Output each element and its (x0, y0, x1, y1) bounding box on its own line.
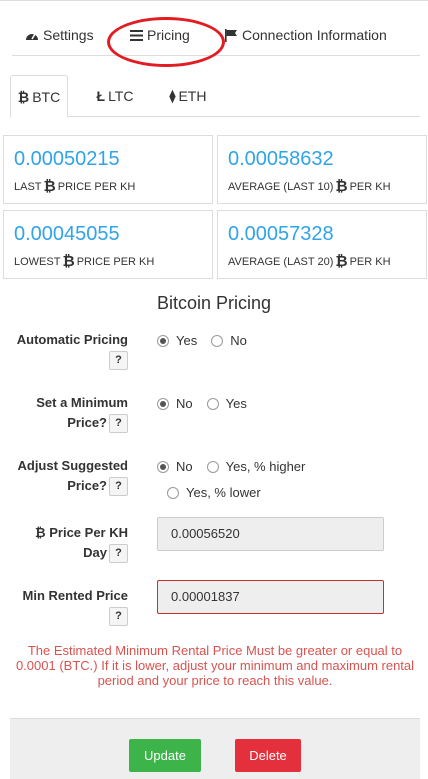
price-per-kh-day-input[interactable]: 0.00056520 (157, 517, 384, 551)
radio-unchecked[interactable] (206, 397, 219, 410)
radio-minimum-no[interactable]: No (157, 396, 193, 411)
currency-tab-bar: ₿ BTC Ł LTC ⧫ ETH (10, 75, 420, 118)
min-rented-price-label: Min Rented Price ? (23, 586, 128, 627)
dashboard-icon (25, 28, 39, 42)
stat-average-last-20: 0.00057328 AVERAGE (LAST 20) ₿ PER KH (217, 210, 427, 279)
stat-label: LAST ₿ PRICE PER KH (14, 178, 136, 195)
bitcoin-icon: ₿ (35, 525, 46, 540)
tab-settings-label: Settings (43, 27, 94, 43)
list-icon (129, 28, 143, 42)
radio-automatic-yes[interactable]: Yes (157, 333, 197, 348)
tab-eth[interactable]: ⧫ ETH (160, 75, 216, 117)
radio-automatic-no[interactable]: No (211, 333, 247, 348)
bitcoin-icon: ₿ (62, 253, 75, 270)
top-border (0, 0, 428, 6)
litecoin-icon: Ł (96, 88, 106, 104)
section-title: Bitcoin Pricing (156, 293, 272, 313)
stat-label: LOWEST ₿ PRICE PER KH (14, 253, 155, 270)
minimum-price-label: Set a Minimum Price?? (36, 393, 128, 434)
help-button[interactable]: ? (109, 607, 128, 627)
adjust-suggested-price-label: Adjust Suggested Price?? (17, 456, 128, 497)
tab-pricing-label: Pricing (147, 27, 190, 43)
bitcoin-icon: ₿ (17, 88, 30, 105)
stat-value: 0.00058632 (228, 148, 334, 170)
main-tab-bar: Settings Pricing Connection Information (12, 14, 420, 67)
radio-unchecked[interactable] (206, 460, 219, 473)
error-message: The Estimated Minimum Rental Price Must … (15, 643, 415, 688)
tab-connection-label: Connection Information (242, 27, 387, 43)
stat-label: AVERAGE (LAST 10) ₿ PER KH (228, 178, 391, 195)
stat-lowest-price: 0.00045055 LOWEST ₿ PRICE PER KH (3, 210, 213, 279)
help-button[interactable]: ? (109, 544, 128, 564)
update-button[interactable]: Update (129, 739, 201, 772)
help-button[interactable]: ? (109, 414, 128, 434)
radio-adjust-higher[interactable]: Yes, % higher (206, 459, 305, 474)
tab-settings[interactable]: Settings (25, 14, 94, 56)
stat-label: AVERAGE (LAST 20) ₿ PER KH (228, 253, 391, 270)
tab-eth-label: ETH (178, 88, 207, 104)
stat-average-last-10: 0.00058632 AVERAGE (LAST 10) ₿ PER KH (217, 135, 427, 204)
adjust-price-radio-group-row2: Yes, % lower (167, 485, 275, 500)
ethereum-icon: ⧫ (169, 89, 176, 103)
tab-btc-label: BTC (32, 88, 61, 105)
radio-adjust-lower[interactable]: Yes, % lower (167, 485, 261, 500)
radio-checked[interactable] (157, 397, 169, 410)
tab-pricing[interactable]: Pricing (129, 14, 190, 56)
tab-ltc-label: LTC (108, 88, 134, 104)
stat-value: 0.00057328 (228, 223, 334, 245)
radio-adjust-no[interactable]: No (157, 459, 193, 474)
tab-btc[interactable]: ₿ BTC (10, 75, 68, 118)
tab-ltc[interactable]: Ł LTC (90, 75, 140, 117)
minimum-price-radio-group: No Yes (157, 396, 261, 411)
automatic-pricing-radio-group: Yes No (157, 333, 261, 348)
flag-icon (224, 28, 238, 42)
bitcoin-icon: ₿ (335, 253, 348, 270)
radio-unchecked[interactable] (211, 334, 224, 347)
delete-button[interactable]: Delete (235, 739, 301, 772)
adjust-price-radio-group: No Yes, % higher (157, 459, 319, 474)
tab-connection-information[interactable]: Connection Information (224, 14, 387, 56)
help-button[interactable]: ? (109, 477, 128, 497)
form-footer: Update Delete (10, 718, 420, 779)
radio-checked[interactable] (157, 460, 169, 473)
radio-unchecked[interactable] (167, 486, 179, 499)
stat-last-price: 0.00050215 LAST ₿ PRICE PER KH (3, 135, 213, 204)
radio-checked[interactable] (157, 334, 169, 347)
bitcoin-icon: ₿ (335, 178, 348, 195)
min-rented-price-input[interactable]: 0.00001837 (157, 580, 384, 614)
automatic-pricing-label: Automatic Pricing ? (17, 330, 128, 371)
stat-value: 0.00050215 (14, 148, 120, 170)
help-button[interactable]: ? (109, 351, 128, 371)
bitcoin-icon: ₿ (43, 178, 56, 195)
price-per-kh-day-label: ₿ Price Per KH Day? (35, 523, 128, 564)
radio-minimum-yes[interactable]: Yes (206, 396, 247, 411)
stat-value: 0.00045055 (14, 223, 120, 245)
